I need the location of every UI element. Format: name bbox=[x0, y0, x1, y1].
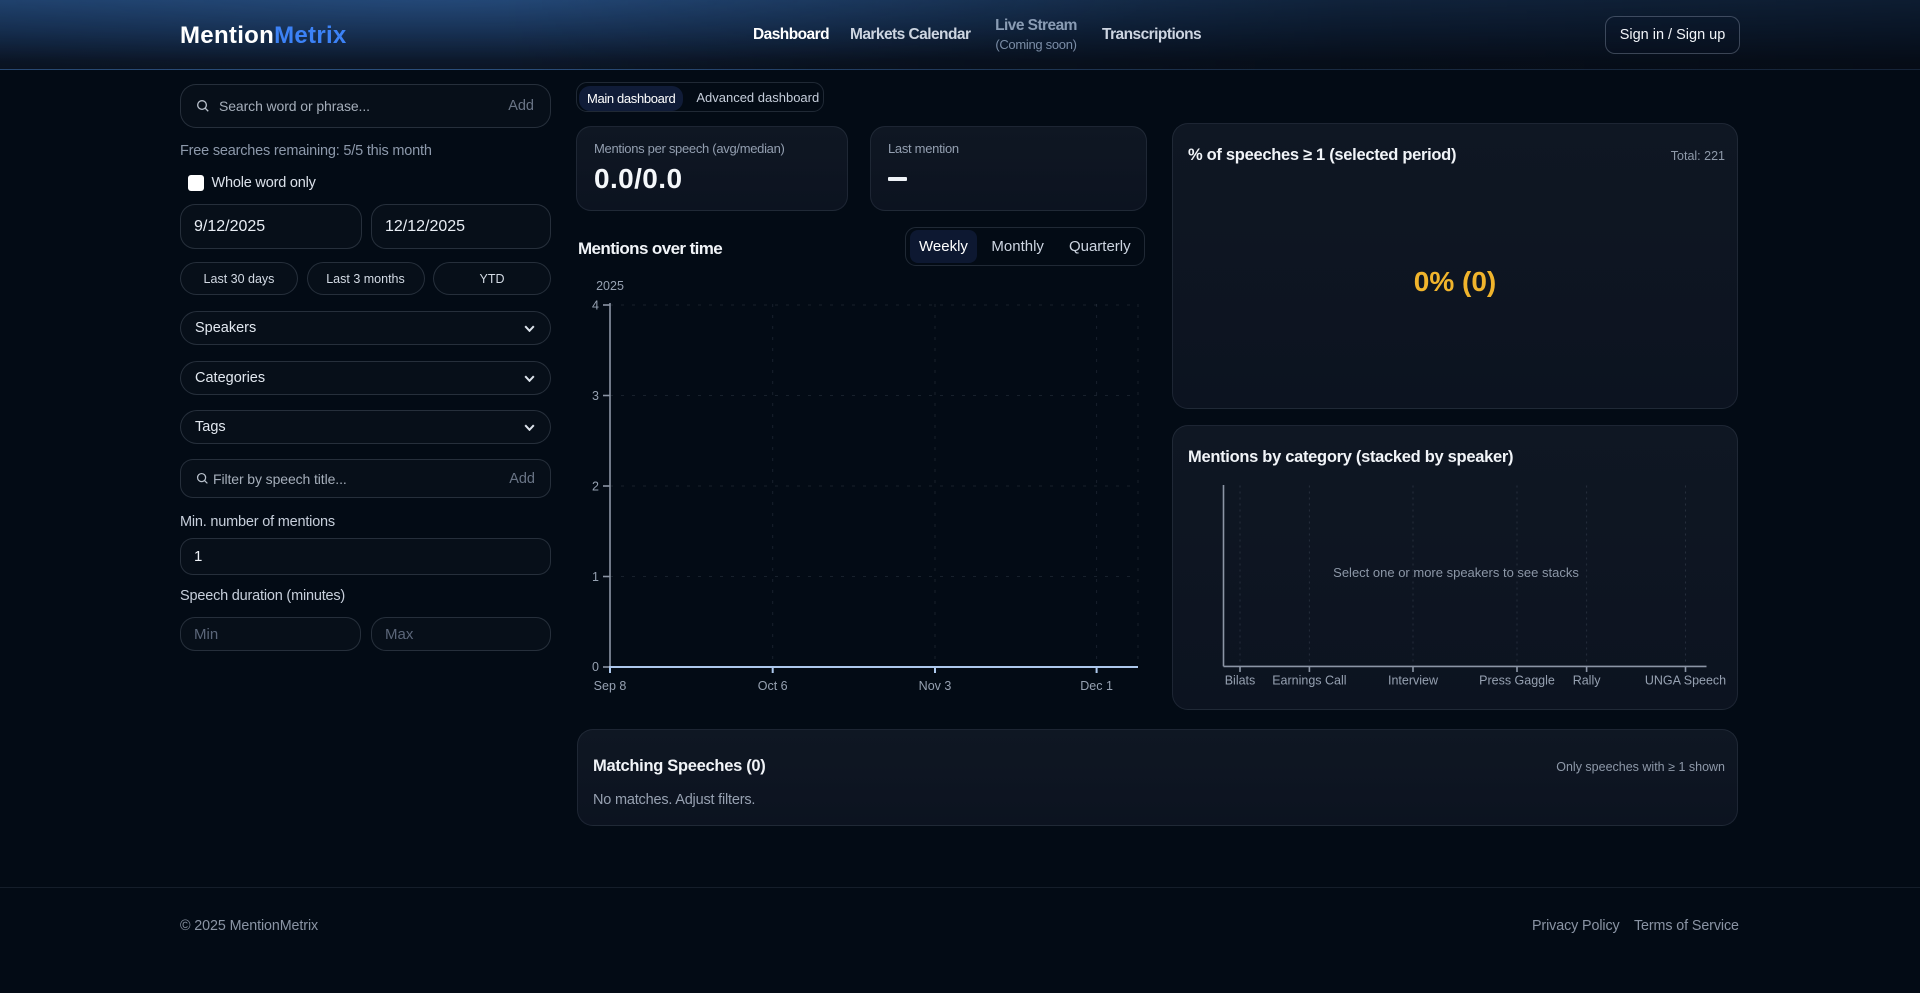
svg-text:Oct 6: Oct 6 bbox=[758, 679, 788, 693]
svg-text:0: 0 bbox=[592, 660, 599, 674]
svg-text:3: 3 bbox=[592, 389, 599, 403]
svg-text:Interview: Interview bbox=[1388, 674, 1439, 688]
svg-text:Rally: Rally bbox=[1573, 674, 1602, 688]
svg-text:Nov 3: Nov 3 bbox=[919, 679, 952, 693]
svg-text:Earnings Call: Earnings Call bbox=[1272, 674, 1346, 688]
svg-text:2: 2 bbox=[592, 480, 599, 494]
svg-text:Press Gaggle: Press Gaggle bbox=[1479, 674, 1555, 688]
svg-text:1: 1 bbox=[592, 570, 599, 584]
svg-text:Sep 8: Sep 8 bbox=[594, 679, 627, 693]
svg-text:Dec 1: Dec 1 bbox=[1080, 679, 1113, 693]
svg-text:4: 4 bbox=[592, 299, 599, 313]
svg-text:Bilats: Bilats bbox=[1225, 674, 1256, 688]
svg-text:UNGA Speech: UNGA Speech bbox=[1645, 674, 1726, 688]
svg-text:2025: 2025 bbox=[596, 279, 624, 293]
